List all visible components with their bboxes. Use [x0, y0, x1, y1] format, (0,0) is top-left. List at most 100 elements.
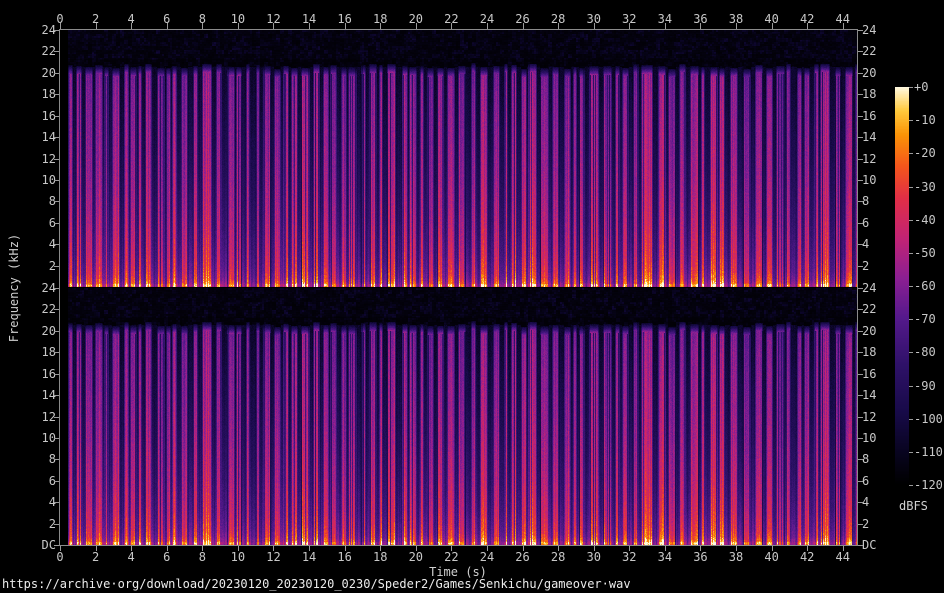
- time-tick-top: [380, 23, 381, 29]
- freq-tick-right: [858, 266, 863, 267]
- time-tick-bottom: [594, 546, 595, 551]
- freq-tick-label-right: 14: [862, 389, 876, 401]
- colorbar-tick-label: -40: [914, 214, 936, 226]
- freq-tick-right: [858, 374, 863, 375]
- freq-tick-right: [858, 73, 863, 74]
- freq-tick-label-left: 24: [0, 24, 56, 36]
- freq-tick-label-left: 10: [0, 174, 56, 186]
- freq-tick-label-right: 18: [862, 346, 876, 358]
- colorbar-tick: [909, 286, 913, 287]
- time-tick-top: [451, 23, 452, 29]
- freq-tick-right: [858, 223, 863, 224]
- frame-bottom: [59, 545, 858, 546]
- freq-tick-left: [54, 481, 59, 482]
- time-tick-label-bottom: 6: [163, 551, 170, 563]
- freq-tick-left: [54, 137, 59, 138]
- freq-tick-right: [858, 502, 863, 503]
- time-tick-top: [523, 23, 524, 29]
- time-tick-label-bottom: 8: [199, 551, 206, 563]
- time-tick-bottom: [487, 546, 488, 551]
- colorbar-tick-label: -90: [914, 380, 936, 392]
- freq-tick-left: [54, 73, 59, 74]
- time-tick-bottom: [309, 546, 310, 551]
- time-tick-label-bottom: 44: [836, 551, 850, 563]
- colorbar-tick-label: -110: [914, 446, 943, 458]
- colorbar-tick-label: -100: [914, 413, 943, 425]
- freq-tick-label-right: 6: [862, 217, 869, 229]
- freq-tick-left: [54, 331, 59, 332]
- freq-tick-label-right: 18: [862, 88, 876, 100]
- colorbar-tick-label: -70: [914, 313, 936, 325]
- freq-tick-left: [54, 395, 59, 396]
- time-tick-bottom: [131, 546, 132, 551]
- source-url-text: https://archive·org/download/20230120_20…: [2, 577, 631, 591]
- freq-tick-right: [858, 524, 863, 525]
- freq-tick-left: [54, 266, 59, 267]
- freq-tick-right: [858, 309, 863, 310]
- freq-tick-right: [858, 545, 863, 546]
- time-tick-bottom: [238, 546, 239, 551]
- frequency-axis-title-text: Frequency (kHz): [7, 234, 21, 342]
- time-tick-label-bottom: 4: [128, 551, 135, 563]
- time-tick-top: [273, 23, 274, 29]
- time-tick-label-bottom: 2: [92, 551, 99, 563]
- freq-tick-left: [54, 94, 59, 95]
- freq-tick-label-right: DC: [862, 539, 876, 551]
- colorbar-tick: [909, 452, 913, 453]
- time-tick-label-bottom: 38: [729, 551, 743, 563]
- time-tick-top: [96, 23, 97, 29]
- freq-tick-left: [54, 417, 59, 418]
- time-tick-bottom: [843, 546, 844, 551]
- time-tick-bottom: [60, 546, 61, 551]
- freq-tick-left: [54, 545, 59, 546]
- freq-tick-right: [858, 417, 863, 418]
- time-tick-top: [629, 23, 630, 29]
- time-tick-label-bottom: 40: [764, 551, 778, 563]
- time-tick-top: [558, 23, 559, 29]
- time-tick-bottom: [345, 546, 346, 551]
- freq-tick-right: [858, 137, 863, 138]
- time-tick-label-bottom: 20: [409, 551, 423, 563]
- colorbar-tick: [909, 485, 913, 486]
- freq-tick-label-right: 20: [862, 325, 876, 337]
- time-tick-top: [594, 23, 595, 29]
- freq-tick-right: [858, 481, 863, 482]
- freq-tick-label-left: 16: [0, 368, 56, 380]
- freq-tick-label-right: 22: [862, 303, 876, 315]
- time-tick-label-bottom: 34: [658, 551, 672, 563]
- freq-tick-label-right: 16: [862, 368, 876, 380]
- time-tick-top: [665, 23, 666, 29]
- time-tick-top: [309, 23, 310, 29]
- freq-tick-right: [858, 51, 863, 52]
- colorbar-tick: [909, 352, 913, 353]
- time-tick-bottom: [629, 546, 630, 551]
- freq-tick-label-left: 6: [0, 217, 56, 229]
- freq-tick-right: [858, 159, 863, 160]
- freq-tick-label-right: 24: [862, 282, 876, 294]
- freq-tick-left: [54, 352, 59, 353]
- time-tick-top: [416, 23, 417, 29]
- freq-tick-right: [858, 459, 863, 460]
- freq-tick-label-left: 2: [0, 518, 56, 530]
- freq-tick-label-left: 18: [0, 346, 56, 358]
- freq-tick-label-right: 6: [862, 475, 869, 487]
- freq-tick-left: [54, 223, 59, 224]
- freq-tick-left: [54, 116, 59, 117]
- freq-tick-left: [54, 30, 59, 31]
- colorbar-tick-label: -50: [914, 247, 936, 259]
- time-tick-top: [843, 23, 844, 29]
- freq-tick-right: [858, 331, 863, 332]
- freq-tick-right: [858, 438, 863, 439]
- time-tick-label-bottom: 22: [444, 551, 458, 563]
- freq-tick-right: [858, 94, 863, 95]
- freq-tick-label-right: 20: [862, 67, 876, 79]
- freq-tick-left: [54, 524, 59, 525]
- freq-tick-left: [54, 502, 59, 503]
- colorbar-tick: [909, 419, 913, 420]
- time-tick-bottom: [96, 546, 97, 551]
- freq-tick-label-right: 14: [862, 131, 876, 143]
- freq-tick-label-left: 4: [0, 496, 56, 508]
- freq-tick-left: [54, 288, 59, 289]
- time-tick-label-bottom: 30: [586, 551, 600, 563]
- freq-tick-label-right: 24: [862, 24, 876, 36]
